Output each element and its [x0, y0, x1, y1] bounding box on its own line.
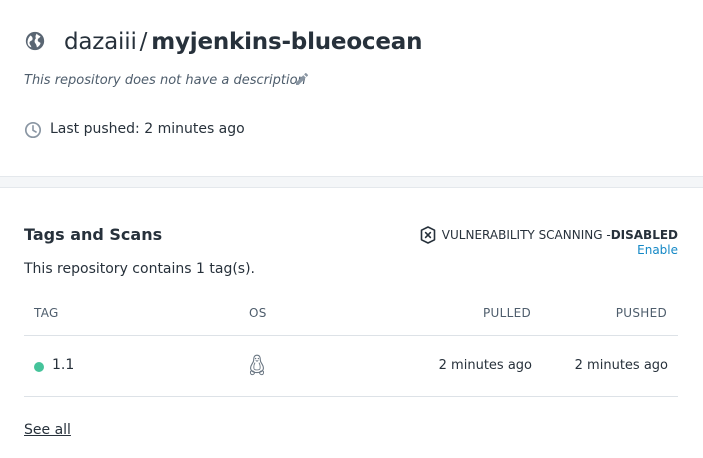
- shield-x-icon: [420, 226, 436, 244]
- repository-namespace: dazaiii: [64, 29, 137, 55]
- column-header-tag: TAG: [34, 306, 59, 320]
- repository-title: dazaiii / myjenkins-blueocean: [64, 27, 422, 57]
- table-bottom-divider: [24, 396, 678, 397]
- vulnerability-scanning-status: VULNERABILITY SCANNING - DISABLED: [420, 226, 678, 244]
- globe-icon: [25, 31, 45, 51]
- table-row[interactable]: 1.1 2 minutes ago 2 minutes ago: [24, 336, 678, 396]
- tag-pushed-time: 2 minutes ago: [574, 358, 668, 373]
- clock-icon: [24, 121, 42, 139]
- vulnerability-scanning-label: VULNERABILITY SCANNING -: [441, 228, 611, 242]
- column-header-pushed: PUSHED: [615, 306, 667, 320]
- column-header-pulled: PULLED: [482, 306, 531, 320]
- tag-status-dot: [34, 362, 44, 372]
- vulnerability-scanning-state: DISABLED: [610, 228, 678, 242]
- tag-count-summary: This repository contains 1 tag(s).: [24, 261, 255, 277]
- enable-scanning-link[interactable]: Enable: [637, 243, 678, 257]
- tags-section-title: Tags and Scans: [24, 225, 163, 244]
- linux-icon: [249, 354, 265, 376]
- section-divider: [0, 176, 703, 188]
- pencil-icon[interactable]: [294, 71, 310, 87]
- last-pushed-text: Last pushed: 2 minutes ago: [50, 121, 245, 137]
- column-header-os: OS: [249, 306, 267, 320]
- tag-pulled-time: 2 minutes ago: [438, 358, 532, 373]
- repository-header: dazaiii / myjenkins-blueocean This reposit…: [0, 0, 703, 176]
- see-all-link[interactable]: See all: [24, 422, 71, 438]
- repository-description: This repository does not have a descript…: [24, 73, 306, 88]
- tag-name[interactable]: 1.1: [52, 357, 74, 373]
- repository-separator: /: [139, 29, 148, 55]
- repository-name: myjenkins-blueocean: [151, 29, 423, 55]
